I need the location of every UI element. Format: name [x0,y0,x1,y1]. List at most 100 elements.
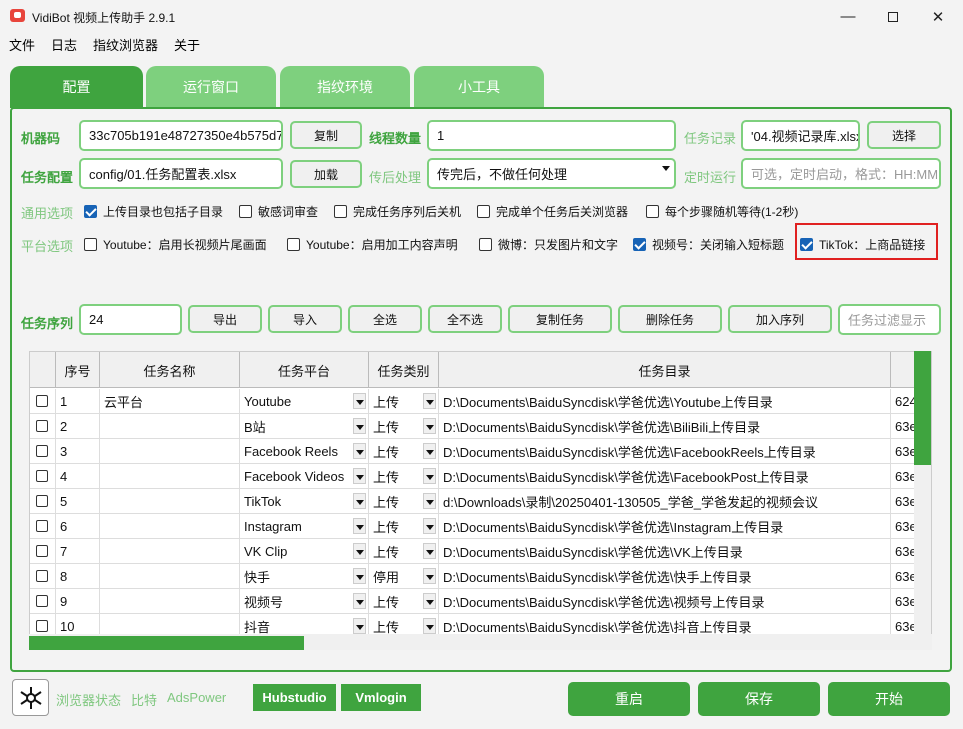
row-task-name[interactable] [100,464,240,489]
chevron-down-icon[interactable] [353,468,366,484]
row-type-select[interactable]: 上传 [369,589,439,614]
minimize-button[interactable]: — [825,0,871,33]
option-weibo-images-text[interactable]: 微博：只发图片和文字 [479,236,618,253]
row-directory[interactable]: D:\Documents\BaiduSyncdisk\学爸优选\VK上传目录 [439,539,891,564]
chevron-down-icon[interactable] [423,593,436,609]
row-task-name[interactable] [100,539,240,564]
row-type-select[interactable]: 上传 [369,489,439,514]
select-none-button[interactable]: 全不选 [428,305,502,333]
header-type[interactable]: 任务类别 [369,352,439,388]
chevron-down-icon[interactable] [353,418,366,434]
copy-button[interactable]: 复制 [290,121,362,149]
row-platform-select[interactable]: B站 [240,414,369,439]
table-row[interactable]: 6 Instagram 上传 D:\Documents\BaiduSyncdisk\学… [30,514,931,539]
row-checkbox[interactable] [36,395,48,407]
row-platform-select[interactable]: VK Clip [240,539,369,564]
row-checkbox[interactable] [36,520,48,532]
task-record-field[interactable]: '04.视频记录库.xlsx [741,120,860,151]
row-checkbox[interactable] [36,470,48,482]
row-platform-select[interactable]: Instagram [240,514,369,539]
row-directory[interactable]: D:\Documents\BaiduSyncdisk\学爸优选\快手上传目录 [439,564,891,589]
tab-fingerprint-env[interactable]: 指纹环境 [280,66,410,107]
delete-task-button[interactable]: 删除任务 [618,305,722,333]
option-shipinhao-short-title[interactable]: 视频号：关闭输入短标题 [633,236,784,253]
row-directory[interactable]: D:\Documents\BaiduSyncdisk\学爸优选\Facebook… [439,439,891,464]
row-directory[interactable]: d:\Downloads\录制\20250401-130505_学爸_学爸发起的… [439,489,891,514]
load-button[interactable]: 加载 [290,160,362,188]
schedule-input[interactable]: 可选，定时启动，格式：HH:MM [741,158,941,189]
row-task-name[interactable] [100,514,240,539]
select-all-button[interactable]: 全选 [348,305,422,333]
row-checkbox[interactable] [36,420,48,432]
export-button[interactable]: 导出 [188,305,262,333]
row-type-select[interactable]: 上传 [369,539,439,564]
tab-tools[interactable]: 小工具 [414,66,544,107]
sequence-field[interactable]: 24 [79,304,182,335]
threads-field[interactable]: 1 [427,120,676,151]
option-youtube-altered-content[interactable]: Youtube：启用加工内容声明 [287,236,458,253]
save-button[interactable]: 保存 [698,682,820,716]
table-row[interactable]: 5 TikTok 上传 d:\Downloads\录制\20250401-130505… [30,489,931,514]
row-task-name[interactable] [100,589,240,614]
vertical-scroll-thumb[interactable] [914,351,931,465]
option-youtube-end-screen[interactable]: Youtube：启用长视频片尾画面 [84,236,267,253]
close-button[interactable]: ✕ [915,0,961,33]
table-row[interactable]: 8 快手 停用 D:\Documents\BaiduSyncdisk\学爸优选\快手上… [30,564,931,589]
row-directory[interactable]: D:\Documents\BaiduSyncdisk\学爸优选\Youtube上… [439,389,891,414]
start-button[interactable]: 开始 [828,682,950,716]
row-task-name[interactable] [100,489,240,514]
row-checkbox[interactable] [36,595,48,607]
option-sensitive-words[interactable]: 敏感词审查 [239,203,318,220]
chevron-down-icon[interactable] [353,393,366,409]
bitbrowser-status[interactable]: 比特 [131,690,157,709]
horizontal-scrollbar[interactable] [29,634,932,650]
chevron-down-icon[interactable] [353,568,366,584]
table-row[interactable]: 1 云平台 Youtube 上传 D:\Documents\BaiduSyncdisk\… [30,389,931,414]
table-row[interactable]: 3 Facebook Reels 上传 D:\Documents\BaiduSyncd… [30,439,931,464]
row-type-select[interactable]: 上传 [369,439,439,464]
import-button[interactable]: 导入 [268,305,342,333]
chevron-down-icon[interactable] [353,518,366,534]
row-directory[interactable]: D:\Documents\BaiduSyncdisk\学爸优选\Instagra… [439,514,891,539]
row-platform-select[interactable]: 视频号 [240,589,369,614]
option-include-subdirs[interactable]: 上传目录也包括子目录 [84,203,223,220]
row-platform-select[interactable]: Facebook Videos [240,464,369,489]
chevron-down-icon[interactable] [353,593,366,609]
row-platform-select[interactable]: 快手 [240,564,369,589]
chevron-down-icon[interactable] [423,618,436,634]
menu-file[interactable]: 文件 [9,35,35,54]
chevron-down-icon[interactable] [423,518,436,534]
chevron-down-icon[interactable] [423,568,436,584]
chevron-down-icon[interactable] [423,543,436,559]
row-platform-select[interactable]: Facebook Reels [240,439,369,464]
row-task-name[interactable] [100,439,240,464]
option-close-browser-after-task[interactable]: 完成单个任务后关浏览器 [477,203,628,220]
task-config-field[interactable]: config/01.任务配置表.xlsx [79,158,283,189]
row-checkbox[interactable] [36,445,48,457]
horizontal-scroll-thumb[interactable] [29,636,304,650]
chevron-down-icon[interactable] [353,443,366,459]
hubstudio-button[interactable]: Hubstudio [253,684,336,711]
chevron-down-icon[interactable] [353,618,366,634]
chevron-down-icon[interactable] [423,493,436,509]
row-directory[interactable]: D:\Documents\BaiduSyncdisk\学爸优选\视频号上传目录 [439,589,891,614]
row-task-name[interactable]: 云平台 [100,389,240,414]
add-to-sequence-button[interactable]: 加入序列 [728,305,832,333]
tab-run-window[interactable]: 运行窗口 [146,66,276,107]
row-type-select[interactable]: 停用 [369,564,439,589]
vidibot-logo-icon[interactable] [12,679,49,716]
chevron-down-icon[interactable] [423,418,436,434]
chevron-down-icon[interactable] [423,443,436,459]
header-task-name[interactable]: 任务名称 [100,352,240,388]
row-checkbox[interactable] [36,545,48,557]
machine-code-field[interactable]: 33c705b191e48727350e4b575d7 [79,120,283,151]
chevron-down-icon[interactable] [423,468,436,484]
select-button[interactable]: 选择 [867,121,941,149]
row-type-select[interactable]: 上传 [369,464,439,489]
table-row[interactable]: 7 VK Clip 上传 D:\Documents\BaiduSyncdisk\学爸优… [30,539,931,564]
vertical-scrollbar[interactable] [914,351,931,634]
option-shutdown-after-sequence[interactable]: 完成任务序列后关机 [334,203,461,220]
table-row[interactable]: 9 视频号 上传 D:\Documents\BaiduSyncdisk\学爸优选\视频… [30,589,931,614]
row-type-select[interactable]: 上传 [369,514,439,539]
vmlogin-button[interactable]: Vmlogin [341,684,421,711]
